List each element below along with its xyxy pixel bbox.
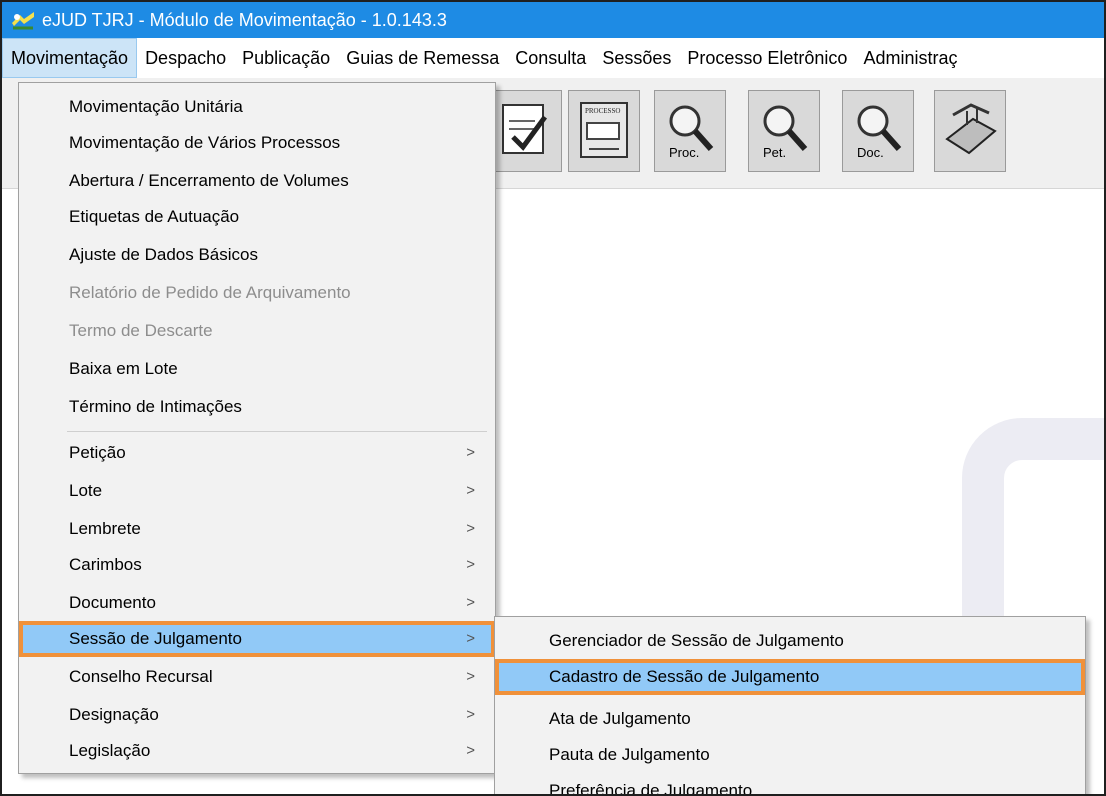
search-doc-label: Doc.: [857, 145, 884, 160]
submenu-item-label: Pauta de Julgamento: [549, 745, 710, 764]
chevron-right-icon: >: [466, 668, 475, 685]
processo-icon: PROCESSO: [577, 99, 633, 168]
menu-item-baixa-em-lote[interactable]: Baixa em Lote: [19, 351, 495, 387]
menu-item-label: Documento: [69, 593, 156, 612]
window-title: eJUD TJRJ - Módulo de Movimentação - 1.0…: [42, 9, 447, 30]
menu-item-lembrete[interactable]: Lembrete >: [19, 511, 495, 547]
menu-item-designacao[interactable]: Designação >: [19, 697, 495, 733]
menu-item-abertura-encerramento-volumes[interactable]: Abertura / Encerramento de Volumes: [19, 163, 495, 199]
search-pet-label: Pet.: [763, 145, 786, 160]
submenu-item-gerenciador-sessao[interactable]: Gerenciador de Sessão de Julgamento: [495, 623, 1085, 659]
submenu-item-preferencia-julgamento[interactable]: Preferência de Julgamento: [495, 773, 1085, 796]
menu-item-documento[interactable]: Documento >: [19, 585, 495, 621]
menu-despacho[interactable]: Despacho: [137, 38, 234, 78]
submenu-item-ata-julgamento[interactable]: Ata de Julgamento: [495, 701, 1085, 737]
menu-item-label: Abertura / Encerramento de Volumes: [69, 171, 349, 190]
submenu-item-label: Cadastro de Sessão de Julgamento: [549, 667, 820, 686]
menu-processo-eletronico[interactable]: Processo Eletrônico: [679, 38, 855, 78]
toolbar-button-scanner[interactable]: [934, 90, 1006, 172]
menu-administracao[interactable]: Administraç: [855, 38, 965, 78]
menu-item-relatorio-pedido-arquivamento: Relatório de Pedido de Arquivamento: [19, 275, 495, 311]
menu-item-movimentacao-varios-processos[interactable]: Movimentação de Vários Processos: [19, 125, 495, 161]
menu-item-termo-descarte: Termo de Descarte: [19, 313, 495, 349]
submenu-item-label: Preferência de Julgamento: [549, 781, 753, 796]
menu-item-label: Petição: [69, 443, 126, 462]
chevron-right-icon: >: [466, 556, 475, 573]
search-icon: Proc.: [663, 99, 719, 168]
menu-item-legislacao[interactable]: Legislação >: [19, 733, 495, 769]
menu-item-label: Carimbos: [69, 555, 142, 574]
chevron-right-icon: >: [466, 630, 475, 647]
search-proc-label: Proc.: [669, 145, 699, 160]
menu-item-label: Conselho Recursal: [69, 667, 213, 686]
search-icon: Pet.: [757, 99, 813, 168]
menu-item-ajuste-dados-basicos[interactable]: Ajuste de Dados Básicos: [19, 237, 495, 273]
submenu-item-label: Gerenciador de Sessão de Julgamento: [549, 631, 844, 650]
submenu-item-label: Ata de Julgamento: [549, 709, 691, 728]
menu-item-label: Movimentação de Vários Processos: [69, 133, 341, 152]
menu-item-lote[interactable]: Lote >: [19, 473, 495, 509]
chevron-right-icon: >: [466, 594, 475, 611]
menu-item-sessao-julgamento[interactable]: Sessão de Julgamento >: [19, 621, 495, 657]
toolbar-button-edit[interactable]: [490, 90, 562, 172]
chevron-right-icon: >: [466, 444, 475, 461]
menu-item-conselho-recursal[interactable]: Conselho Recursal >: [19, 659, 495, 695]
toolbar-button-processo[interactable]: PROCESSO: [568, 90, 640, 172]
menu-item-peticao[interactable]: Petição >: [19, 435, 495, 471]
app-logo-icon: [10, 9, 36, 31]
menu-item-label: Término de Intimações: [69, 397, 242, 416]
sessao-julgamento-submenu: Gerenciador de Sessão de Julgamento Cada…: [494, 616, 1086, 796]
chevron-right-icon: >: [466, 482, 475, 499]
toolbar-button-search-proc[interactable]: Proc.: [654, 90, 726, 172]
menu-item-label: Termo de Descarte: [69, 321, 213, 340]
menu-item-label: Relatório de Pedido de Arquivamento: [69, 283, 351, 302]
menu-bar: Movimentação Despacho Publicação Guias d…: [2, 38, 1104, 78]
toolbar-button-search-pet[interactable]: Pet.: [748, 90, 820, 172]
chevron-right-icon: >: [466, 706, 475, 723]
menu-item-label: Ajuste de Dados Básicos: [69, 245, 258, 264]
chevron-right-icon: >: [466, 742, 475, 759]
edit-document-icon: [499, 99, 555, 168]
menu-item-label: Lote: [69, 481, 103, 500]
movimentacao-dropdown-menu: Movimentação Unitária Movimentação de Vá…: [18, 82, 496, 774]
submenu-item-pauta-julgamento[interactable]: Pauta de Julgamento: [495, 737, 1085, 773]
chevron-right-icon: >: [466, 520, 475, 537]
menu-item-label: Legislação: [69, 741, 151, 760]
menu-item-label: Designação: [69, 705, 159, 724]
toolbar-button-search-doc[interactable]: Doc.: [842, 90, 914, 172]
menu-item-label: Etiquetas de Autuação: [69, 207, 240, 226]
menu-item-label: Lembrete: [69, 519, 141, 538]
menu-item-termino-intimacoes[interactable]: Término de Intimações: [19, 389, 495, 425]
menu-movimentacao[interactable]: Movimentação: [2, 38, 138, 78]
title-bar: eJUD TJRJ - Módulo de Movimentação - 1.0…: [2, 2, 1104, 38]
menu-sessoes[interactable]: Sessões: [594, 38, 679, 78]
submenu-item-cadastro-sessao[interactable]: Cadastro de Sessão de Julgamento: [495, 659, 1085, 695]
menu-item-carimbos[interactable]: Carimbos >: [19, 547, 495, 583]
menu-separator: [67, 431, 487, 432]
menu-guias-de-remessa[interactable]: Guias de Remessa: [338, 38, 507, 78]
menu-item-label: Baixa em Lote: [69, 359, 178, 378]
menu-consulta[interactable]: Consulta: [507, 38, 594, 78]
menu-item-label: Movimentação Unitária: [69, 97, 243, 116]
app-window: eJUD TJRJ - Módulo de Movimentação - 1.0…: [0, 0, 1106, 796]
menu-publicacao[interactable]: Publicação: [234, 38, 338, 78]
processo-icon-label: PROCESSO: [585, 107, 620, 115]
scanner-icon: [943, 99, 999, 168]
menu-item-label: Sessão de Julgamento: [69, 629, 242, 648]
search-icon: Doc.: [851, 99, 907, 168]
menu-item-movimentacao-unitaria[interactable]: Movimentação Unitária: [19, 89, 495, 125]
menu-item-etiquetas-autuacao[interactable]: Etiquetas de Autuação: [19, 199, 495, 235]
